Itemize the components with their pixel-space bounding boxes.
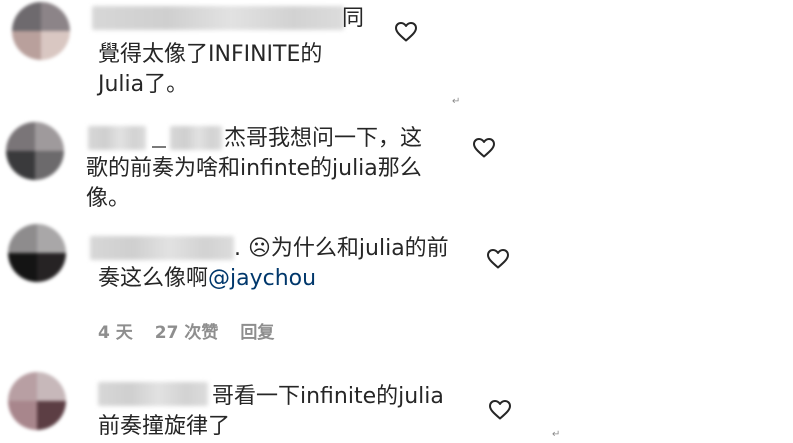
comment-text-line1: 杰哥我想问一下，这 [224,126,423,151]
avatar[interactable] [6,122,64,180]
avatar[interactable] [8,224,66,282]
return-mark: ↵ [452,96,461,107]
comment-text-line2: 歌的前奏为啥和infinte的julia那么 [86,156,422,181]
avatar[interactable] [8,372,66,430]
comment-text-line1: . ☹为什么和julia的前 [234,236,449,261]
username-blurred[interactable] [98,382,208,406]
heart-icon[interactable] [472,136,496,160]
heart-icon[interactable] [488,398,512,422]
comment-item: . ☹为什么和julia的前 奏这么像啊@jaychou 4 天 27 次赞 回复 [0,220,793,360]
reply-button[interactable]: 回复 [240,323,274,343]
comment-item: 杰哥我想问一下，这 歌的前奏为啥和infinte的julia那么 像。 [0,110,793,220]
heart-icon[interactable] [486,247,510,271]
comment-text-line2: 前奏撞旋律了 [98,414,231,439]
avatar[interactable] [12,2,70,60]
comment-text-line3: 像。 [86,186,131,211]
mention-link[interactable]: @jaychou [208,266,316,291]
comment-text-body: 奏这么像啊 [98,266,209,291]
username-blurred[interactable] [170,126,222,150]
username-blurred[interactable] [88,126,146,150]
comment-time: 4 天 [98,323,133,343]
comment-text-line1: 同 [342,6,365,31]
username-separator [152,146,166,148]
comment-text-line2: 覺得太像了INFINITE的 [98,42,323,67]
comment-text-line3: Julia了。 [98,72,189,97]
username-blurred[interactable] [90,236,234,260]
comment-item: 同 覺得太像了INFINITE的 Julia了。 ↵ [0,0,793,110]
likes-count[interactable]: 27 次赞 [155,323,219,343]
heart-icon[interactable] [394,20,418,44]
return-mark: ↵ [552,429,561,440]
comment-text-line2: 奏这么像啊@jaychou [98,264,316,293]
comment-item: 哥看一下infinite的julia 前奏撞旋律了 ↵ [0,360,793,443]
comment-meta: 4 天 27 次赞 回复 [98,318,296,343]
comment-text-line1: 哥看一下infinite的julia [212,384,444,409]
username-blurred[interactable] [92,6,344,30]
